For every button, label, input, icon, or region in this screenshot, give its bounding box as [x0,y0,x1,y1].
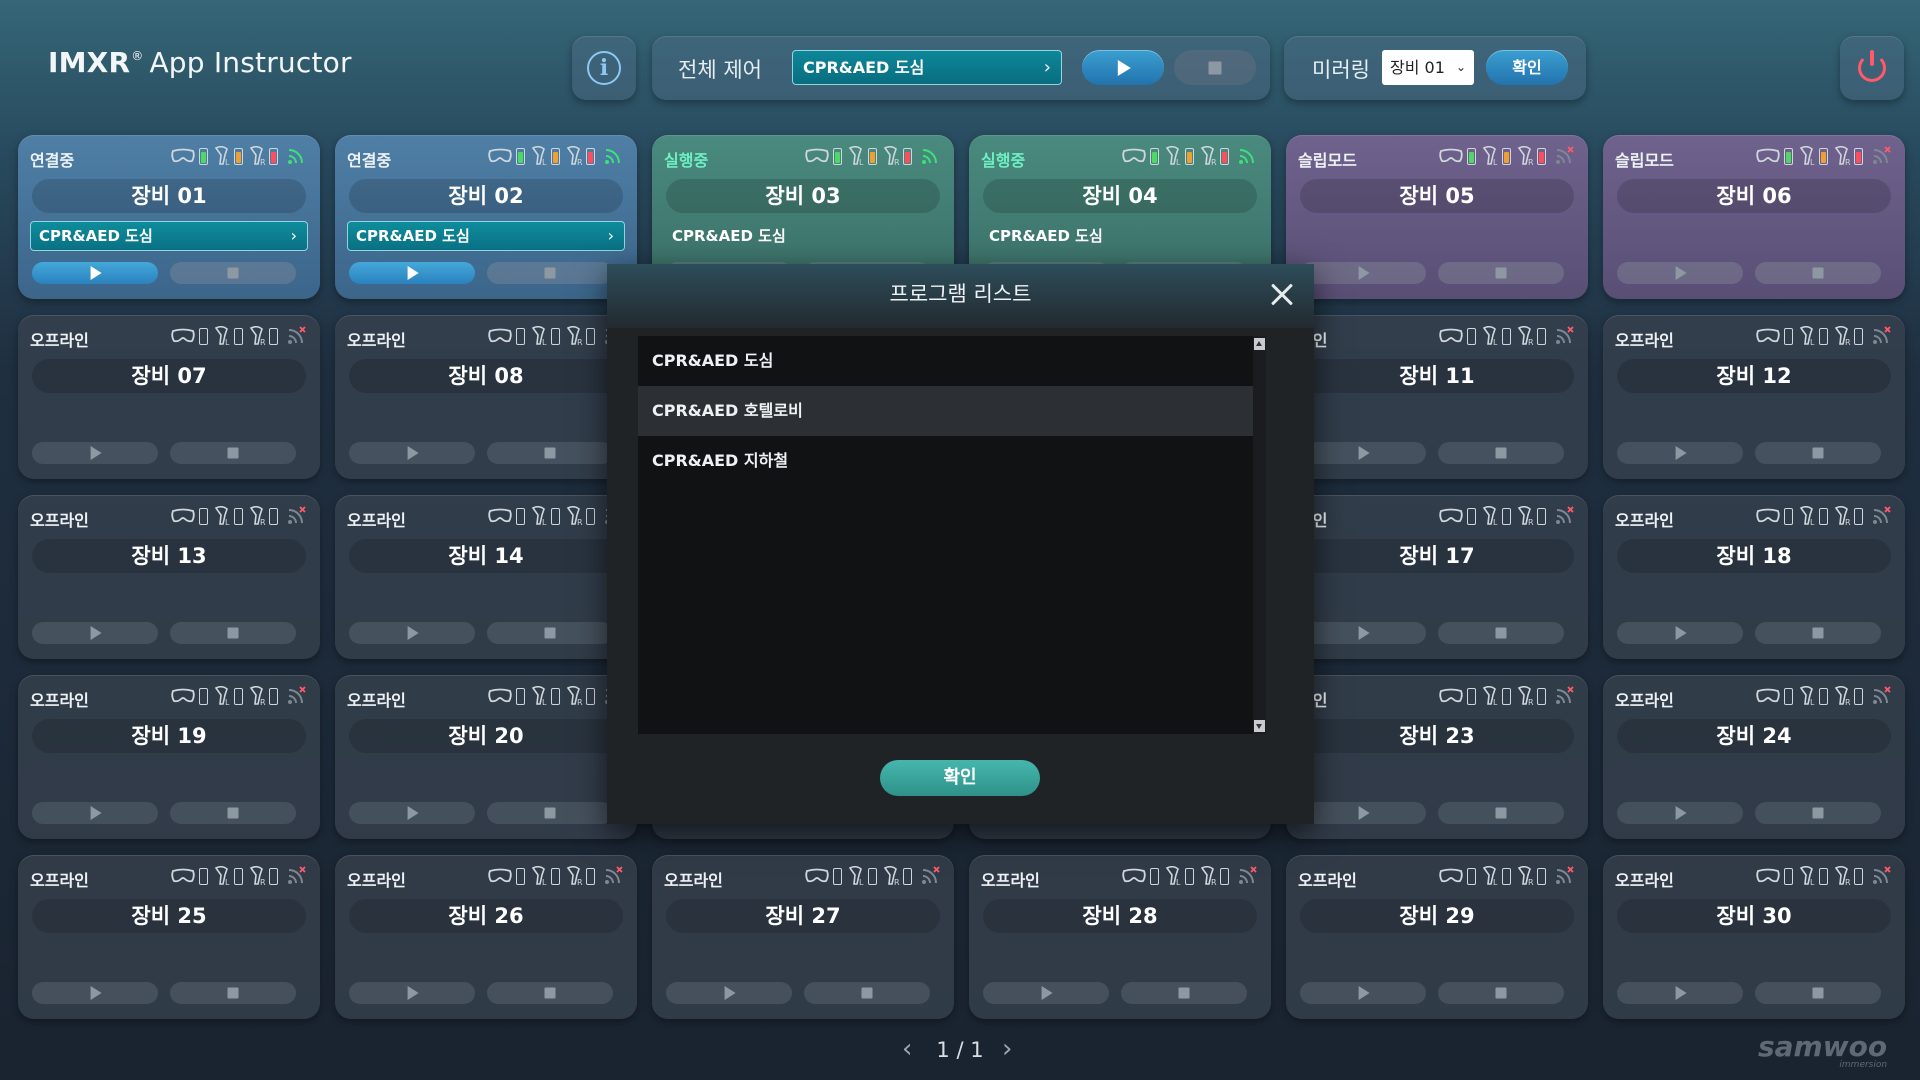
page-indicator: 1 / 1 [936,1038,984,1062]
modal-header: 프로그램 리스트 [607,264,1314,328]
program-list-item[interactable]: CPR&AED 도심 [638,336,1253,386]
pagination: ‹ 1 / 1 › [0,1034,1920,1066]
modal-title: 프로그램 리스트 [889,282,1032,306]
brand-logo: samwoo immersion [1758,1030,1888,1070]
program-list: CPR&AED 도심 CPR&AED 호텔로비 CPR&AED 지하철 [638,336,1266,734]
close-icon[interactable] [1264,276,1300,312]
list-scrollbar[interactable] [1253,336,1266,734]
modal-overlay: 프로그램 리스트 CPR&AED 도심 CPR&AED 호텔로비 CPR&AED… [0,0,1920,1080]
program-list-item-selected[interactable]: CPR&AED 호텔로비 [638,386,1253,436]
scroll-up-arrow-icon[interactable] [1254,338,1265,350]
program-list-modal: 프로그램 리스트 CPR&AED 도심 CPR&AED 호텔로비 CPR&AED… [607,264,1314,824]
prev-page-icon[interactable]: ‹ [902,1034,912,1064]
scroll-down-arrow-icon[interactable] [1254,720,1265,732]
program-list-item[interactable]: CPR&AED 지하철 [638,436,1253,486]
next-page-icon[interactable]: › [1002,1034,1012,1064]
modal-confirm-button[interactable]: 확인 [880,760,1040,796]
